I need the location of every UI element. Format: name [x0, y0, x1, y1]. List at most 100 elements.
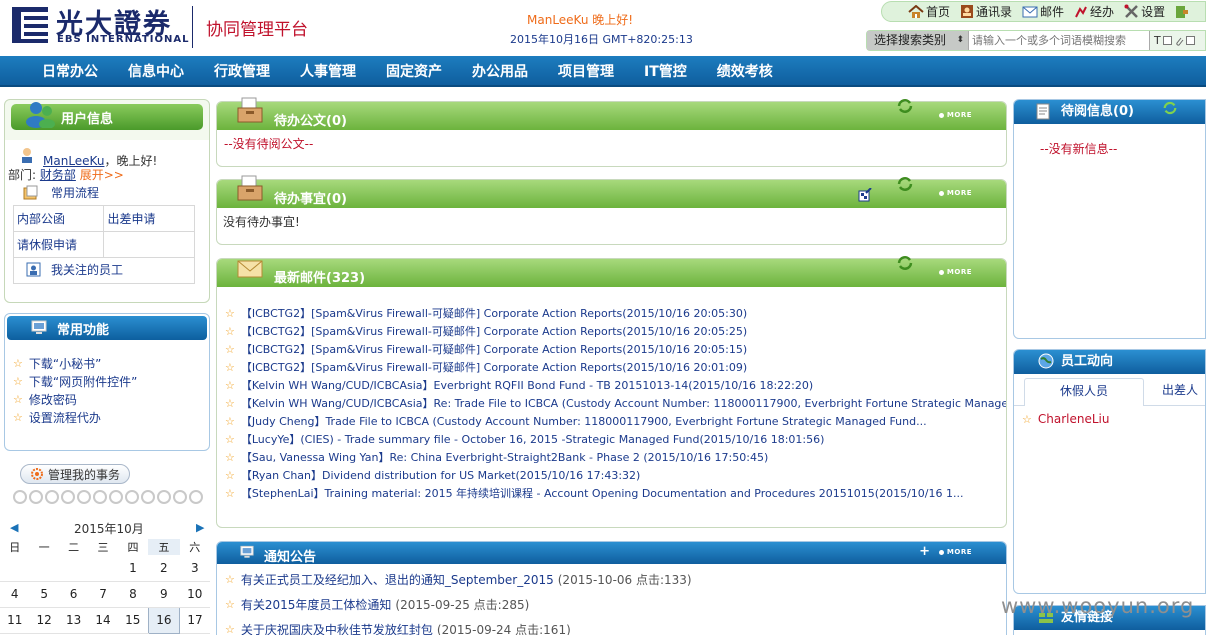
- mail-item[interactable]: ☆ 【Ryan Chan】Dividend distribution for US…: [217, 466, 1006, 484]
- calendar-day-today[interactable]: 16: [147, 606, 181, 634]
- calendar-day[interactable]: 7: [88, 581, 118, 608]
- mail-item[interactable]: ☆ 【ICBCTG2】[Spam&Virus Firewall-可疑邮件] Cor…: [217, 358, 1006, 376]
- document-box-icon: [237, 97, 263, 123]
- search-category-label: 选择搜索类别: [874, 33, 947, 47]
- star-icon: ☆: [225, 414, 235, 428]
- calendar-day[interactable]: 8: [117, 581, 149, 608]
- mail-item[interactable]: ☆ 【ICBCTG2】[Spam&Virus Firewall-可疑邮件] Cor…: [217, 304, 1006, 322]
- refresh-icon[interactable]: [1162, 100, 1178, 116]
- calendar-next-icon[interactable]: ▶: [196, 521, 204, 534]
- quicklink-handled[interactable]: 经办: [1074, 3, 1114, 20]
- star-icon: ☆: [225, 468, 235, 482]
- calendar-day[interactable]: 4: [0, 581, 30, 608]
- flow-leave-request[interactable]: 请休假申请: [12, 231, 105, 258]
- staff-leave-item[interactable]: ☆ CharleneLiu: [1014, 406, 1205, 432]
- pending-documents-panel: 待办公文(0) MORE --没有待阅公文--: [216, 97, 1007, 167]
- document-icon: [1036, 103, 1050, 120]
- calendar-day[interactable]: 17: [179, 607, 210, 634]
- nav-info-center[interactable]: 信息中心: [128, 61, 184, 81]
- calendar-day[interactable]: 15: [117, 607, 149, 634]
- tab-business-trip[interactable]: 出差人: [1162, 378, 1205, 406]
- notebook-rings-icon: [13, 490, 203, 504]
- notices-title: 通知公告: [264, 550, 317, 565]
- more-link[interactable]: MORE: [939, 189, 972, 197]
- dept-link[interactable]: 财务部: [40, 168, 76, 182]
- flow-internal-letter[interactable]: 内部公函: [12, 205, 105, 232]
- add-notice-icon[interactable]: +: [919, 544, 930, 559]
- user-info-header: 用户信息: [11, 102, 203, 130]
- more-link[interactable]: MORE: [939, 111, 972, 119]
- mail-item[interactable]: ☆ 【Sau, Vanessa Wing Yan】Re: China Everbr…: [217, 448, 1006, 466]
- calendar-day[interactable]: 11: [0, 607, 30, 634]
- nav-hr[interactable]: 人事管理: [300, 61, 356, 81]
- more-link[interactable]: MORE: [939, 268, 972, 276]
- common-functions-list: ☆ 下载“小秘书” ☆ 下载“网页附件控件” ☆ 修改密码 ☆ 设置流程代办: [13, 354, 137, 426]
- nav-admin[interactable]: 行政管理: [214, 61, 270, 81]
- watermark-text: www.wooyun.org: [1001, 594, 1195, 618]
- refresh-icon[interactable]: [896, 254, 914, 272]
- search-option-checkbox[interactable]: [1185, 36, 1195, 45]
- calendar-day: [29, 555, 59, 582]
- search-option-checkbox[interactable]: [1162, 36, 1172, 45]
- nav-office-supplies[interactable]: 办公用品: [472, 61, 528, 81]
- refresh-icon[interactable]: [896, 175, 914, 193]
- calendar-day[interactable]: 5: [29, 581, 59, 608]
- mail-item[interactable]: ☆ 【LucyYe】(CIES) - Trade summary file - O…: [217, 430, 1006, 448]
- calendar-day[interactable]: 1: [117, 555, 149, 582]
- manage-tasks-button[interactable]: 管理我的事务: [20, 464, 130, 484]
- notice-item[interactable]: ☆ 有关2015年度员工体检通知 (2015-09-25 点击:285): [217, 592, 1006, 617]
- search-input[interactable]: [969, 31, 1150, 50]
- calendar-day[interactable]: 10: [179, 581, 210, 608]
- unread-info-title: 待阅信息(0): [1061, 104, 1134, 119]
- mail-subject: 【Judy Cheng】Trade File to ICBCA (Custody…: [240, 415, 927, 428]
- calendar-day[interactable]: 13: [58, 607, 89, 634]
- calendar-day[interactable]: 14: [88, 607, 118, 634]
- func-change-password[interactable]: ☆ 修改密码: [13, 390, 137, 408]
- quicklink-label: 通讯录: [976, 5, 1013, 19]
- mail-item[interactable]: ☆ 【Kelvin WH Wang/CUD/ICBCAsia】Re: Trade …: [217, 394, 1006, 412]
- calendar-day[interactable]: 9: [148, 581, 180, 608]
- followed-staff-link[interactable]: 我关注的员工: [13, 257, 195, 284]
- monitor-icon: [31, 320, 47, 334]
- notice-item[interactable]: ☆ 关于庆祝国庆及中秋佳节发放红封包 (2015-09-24 点击:161): [217, 617, 1006, 635]
- logo-divider: [192, 6, 193, 48]
- nav-daily-office[interactable]: 日常办公: [42, 61, 98, 81]
- calendar-day: [0, 555, 30, 582]
- nav-fixed-assets[interactable]: 固定资产: [386, 61, 442, 81]
- mail-item[interactable]: ☆ 【Judy Cheng】Trade File to ICBCA (Custod…: [217, 412, 1006, 430]
- func-label: 修改密码: [28, 392, 77, 407]
- nav-it-control[interactable]: IT管控: [644, 61, 687, 81]
- nav-projects[interactable]: 项目管理: [558, 61, 614, 81]
- nav-performance[interactable]: 绩效考核: [717, 61, 773, 81]
- mail-item[interactable]: ☆ 【StephenLai】Training material: 2015 年持续…: [217, 484, 1006, 502]
- flow-business-trip[interactable]: 出差申请: [103, 205, 195, 232]
- globe-icon: [1038, 353, 1054, 369]
- mail-item[interactable]: ☆ 【ICBCTG2】[Spam&Virus Firewall-可疑邮件] Cor…: [217, 340, 1006, 358]
- more-link[interactable]: MORE: [939, 548, 972, 556]
- func-set-delegate[interactable]: ☆ 设置流程代办: [13, 408, 137, 426]
- calendar-day[interactable]: 3: [179, 555, 210, 582]
- func-download-attachment-control[interactable]: ☆ 下载“网页附件控件”: [13, 372, 137, 390]
- func-download-secretary[interactable]: ☆ 下载“小秘书”: [13, 354, 137, 372]
- mail-subject: 【LucyYe】(CIES) - Trade summary file - Oc…: [240, 433, 825, 446]
- calendar-day[interactable]: 12: [29, 607, 59, 634]
- search-category-select[interactable]: 选择搜索类别 ⬍: [867, 31, 969, 50]
- calendar-day[interactable]: 6: [58, 581, 89, 608]
- refresh-icon[interactable]: [896, 97, 914, 115]
- quicklink-settings[interactable]: 设置: [1124, 3, 1165, 20]
- calendar-prev-icon[interactable]: ◀: [10, 521, 18, 534]
- mail-subject: 【Ryan Chan】Dividend distribution for US …: [240, 469, 641, 482]
- quicklink-mail[interactable]: 邮件: [1022, 3, 1064, 20]
- mail-item[interactable]: ☆ 【Kelvin WH Wang/CUD/ICBCAsia】Everbright…: [217, 376, 1006, 394]
- tab-on-leave[interactable]: 休假人员: [1024, 378, 1144, 406]
- quicklink-extra[interactable]: [1175, 5, 1189, 19]
- expand-link[interactable]: 展开>>: [80, 168, 124, 182]
- calendar-day[interactable]: 2: [148, 555, 180, 582]
- quicklink-contacts[interactable]: 通讯录: [960, 3, 1012, 20]
- notice-item[interactable]: ☆ 有关正式员工及经纪加入、退出的通知_September_2015 (2015-1…: [217, 567, 1006, 592]
- select-arrows-icon: ⬍: [956, 35, 964, 45]
- latest-mail-panel: 最新邮件(323) MORE ☆ 【ICBCTG2】[Spam&Virus Fir…: [216, 256, 1007, 528]
- quicklink-home[interactable]: 首页: [908, 3, 950, 20]
- edit-task-icon[interactable]: [858, 188, 872, 202]
- mail-item[interactable]: ☆ 【ICBCTG2】[Spam&Virus Firewall-可疑邮件] Cor…: [217, 322, 1006, 340]
